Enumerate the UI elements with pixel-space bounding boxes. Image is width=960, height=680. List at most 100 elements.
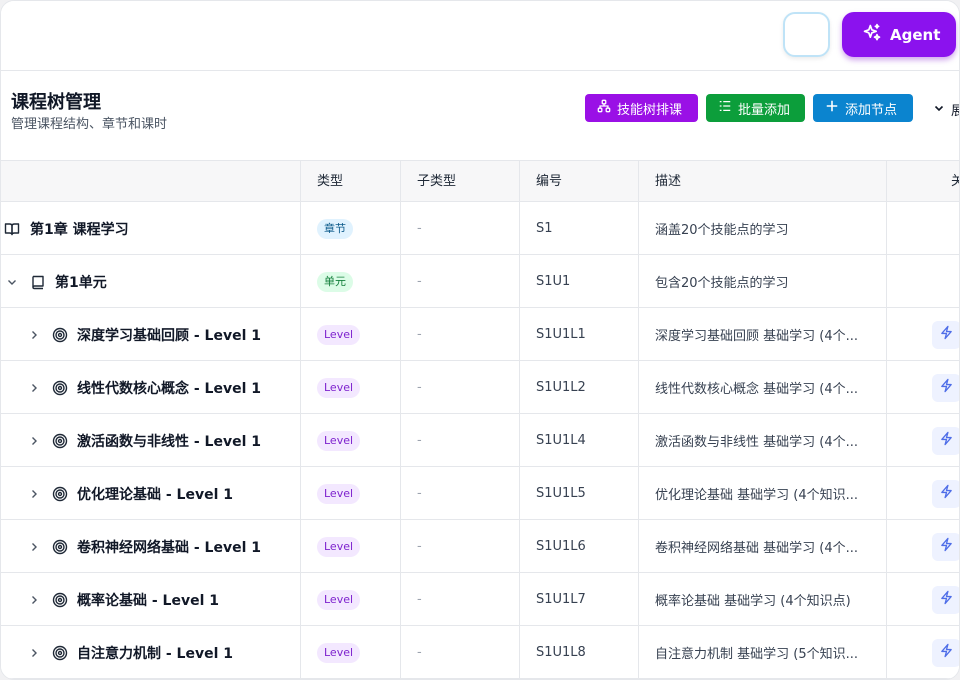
- chevron-right-icon[interactable]: [25, 326, 43, 344]
- action-cell: [887, 361, 959, 414]
- type-badge: Level: [317, 642, 361, 663]
- code-cell: S1U1L7: [520, 573, 639, 626]
- type-badge: Level: [317, 483, 361, 504]
- node-name: 线性代数核心概念 - Level 1: [77, 380, 262, 397]
- action-cell: [887, 467, 959, 520]
- page-title: 课程树管理: [11, 92, 101, 113]
- action-cell: [887, 202, 959, 255]
- action-cell: [887, 414, 959, 467]
- code-cell: S1U1L6: [520, 520, 639, 573]
- lightning-icon: [939, 590, 954, 609]
- type-cell: Level: [301, 626, 401, 679]
- lightning-action-button[interactable]: [932, 320, 959, 349]
- action-cell: [887, 520, 959, 573]
- action-cell: [887, 573, 959, 626]
- node-name: 卷积神经网络基础 - Level 1: [77, 539, 262, 556]
- type-badge: Level: [317, 430, 361, 451]
- table-row[interactable]: 第1章 课程学习 章节 - S1 涵盖20个技能点的学习: [1, 202, 959, 255]
- table-row[interactable]: 深度学习基础回顾 - Level 1 Level - S1U1L1 深度学习基础…: [1, 308, 959, 361]
- type-cell: Level: [301, 308, 401, 361]
- column-header-action[interactable]: 关: [887, 161, 959, 202]
- lightning-icon: [939, 378, 954, 397]
- node-name: 激活函数与非线性 - Level 1: [77, 433, 262, 450]
- type-cell: Level: [301, 520, 401, 573]
- table-row[interactable]: 线性代数核心概念 - Level 1 Level - S1U1L2 线性代数核心…: [1, 361, 959, 414]
- skill-tree-schedule-label: 技能树排课: [617, 102, 683, 118]
- target-icon: [51, 379, 69, 397]
- node-name: 第1章 课程学习: [30, 221, 129, 238]
- node-name: 深度学习基础回顾 - Level 1: [77, 327, 262, 344]
- chevron-right-icon[interactable]: [25, 538, 43, 556]
- blank-toggle-button[interactable]: [783, 12, 830, 57]
- skill-tree-schedule-button[interactable]: 技能树排课: [585, 94, 698, 122]
- table-row[interactable]: 概率论基础 - Level 1 Level - S1U1L7 概率论基础 基础学…: [1, 573, 959, 626]
- table-row[interactable]: 第1单元 单元 - S1U1 包含20个技能点的学习: [1, 255, 959, 308]
- description-cell: 激活函数与非线性 基础学习 (4个...: [639, 414, 887, 467]
- add-node-button[interactable]: 添加节点: [813, 94, 913, 122]
- type-cell: 章节: [301, 202, 401, 255]
- target-icon: [51, 326, 69, 344]
- type-cell: Level: [301, 573, 401, 626]
- name-cell: 激活函数与非线性 - Level 1: [1, 414, 301, 467]
- lightning-action-button[interactable]: [932, 426, 959, 455]
- description-cell: 线性代数核心概念 基础学习 (4个...: [639, 361, 887, 414]
- description-cell: 卷积神经网络基础 基础学习 (4个...: [639, 520, 887, 573]
- name-cell: 线性代数核心概念 - Level 1: [1, 361, 301, 414]
- table-header: 类型 子类型 编号 描述 关: [1, 160, 959, 202]
- lightning-action-button[interactable]: [932, 479, 959, 508]
- agent-button[interactable]: Agent: [842, 12, 956, 57]
- expand-all-control[interactable]: 展: [933, 100, 959, 119]
- batch-add-button[interactable]: 批量添加: [706, 94, 805, 122]
- chevron-down-icon[interactable]: [3, 273, 21, 291]
- type-badge: 单元: [317, 271, 353, 292]
- code-cell: S1U1L8: [520, 626, 639, 679]
- sparkles-icon: [862, 23, 882, 47]
- column-header-code[interactable]: 编号: [520, 161, 639, 202]
- book-icon: [29, 273, 47, 291]
- table-row[interactable]: 自注意力机制 - Level 1 Level - S1U1L8 自注意力机制 基…: [1, 626, 959, 679]
- lightning-action-button[interactable]: [932, 373, 959, 402]
- column-header-description[interactable]: 描述: [639, 161, 887, 202]
- book-open-icon: [3, 220, 21, 238]
- node-name: 自注意力机制 - Level 1: [77, 645, 234, 662]
- description-cell: 自注意力机制 基础学习 (5个知识...: [639, 626, 887, 679]
- description-cell: 包含20个技能点的学习: [639, 255, 887, 308]
- subtype-cell: -: [401, 361, 520, 414]
- chevron-right-icon[interactable]: [25, 591, 43, 609]
- list-plus-icon: [718, 99, 732, 117]
- column-header-type[interactable]: 类型: [301, 161, 401, 202]
- name-cell: 深度学习基础回顾 - Level 1: [1, 308, 301, 361]
- node-name: 第1单元: [55, 274, 107, 291]
- table-row[interactable]: 优化理论基础 - Level 1 Level - S1U1L5 优化理论基础 基…: [1, 467, 959, 520]
- hierarchy-icon: [597, 99, 611, 117]
- target-icon: [51, 644, 69, 662]
- subtype-cell: -: [401, 467, 520, 520]
- table-row[interactable]: 卷积神经网络基础 - Level 1 Level - S1U1L6 卷积神经网络…: [1, 520, 959, 573]
- page-header: 课程树管理 管理课程结构、章节和课时 技能树排课 批量添加 添加节点: [1, 72, 959, 160]
- lightning-action-button[interactable]: [932, 638, 959, 667]
- chevron-right-icon[interactable]: [25, 432, 43, 450]
- column-header-name[interactable]: [1, 161, 301, 202]
- action-cell: [887, 308, 959, 361]
- chevron-right-icon[interactable]: [25, 379, 43, 397]
- course-tree-table: 类型 子类型 编号 描述 关 第1章 课程学习 章节 - S1 涵盖20个技能点…: [1, 160, 959, 679]
- code-cell: S1: [520, 202, 639, 255]
- table-row[interactable]: 激活函数与非线性 - Level 1 Level - S1U1L4 激活函数与非…: [1, 414, 959, 467]
- lightning-action-button[interactable]: [932, 532, 959, 561]
- chevron-right-icon[interactable]: [25, 644, 43, 662]
- type-badge: Level: [317, 324, 361, 345]
- subtype-cell: -: [401, 573, 520, 626]
- lightning-icon: [939, 431, 954, 450]
- lightning-icon: [939, 537, 954, 556]
- lightning-action-button[interactable]: [932, 585, 959, 614]
- column-header-subtype[interactable]: 子类型: [401, 161, 520, 202]
- code-cell: S1U1L5: [520, 467, 639, 520]
- type-badge: Level: [317, 377, 361, 398]
- name-cell: 优化理论基础 - Level 1: [1, 467, 301, 520]
- lightning-icon: [939, 643, 954, 662]
- code-cell: S1U1L2: [520, 361, 639, 414]
- chevron-right-icon[interactable]: [25, 485, 43, 503]
- type-badge: Level: [317, 589, 361, 610]
- app-window: Agent 课程树管理 管理课程结构、章节和课时 技能树排课 批量添加 添加节点…: [0, 0, 960, 680]
- action-cell: [887, 626, 959, 679]
